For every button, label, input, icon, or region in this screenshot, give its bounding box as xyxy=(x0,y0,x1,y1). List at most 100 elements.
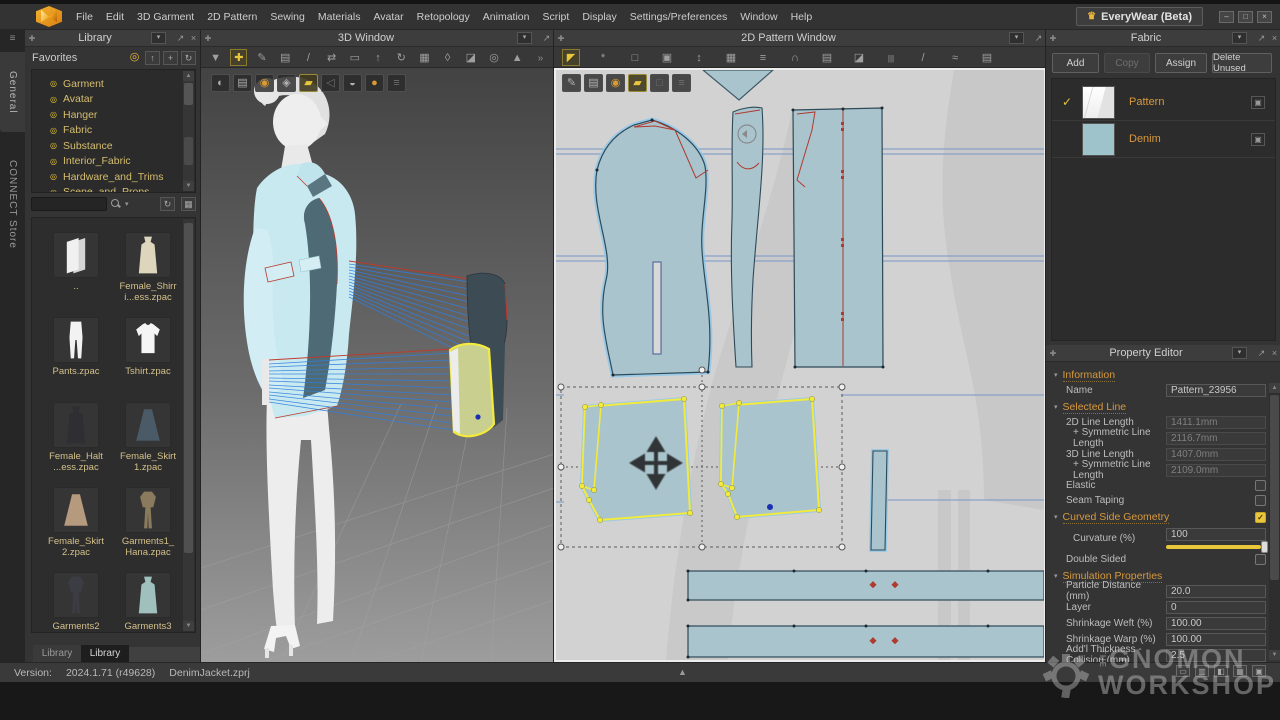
show-pattern-outline-icon[interactable]: ▰ xyxy=(628,74,647,92)
pattern-piece-back-panel[interactable] xyxy=(792,107,885,369)
reload-icon[interactable]: ↻ xyxy=(160,197,175,211)
tool-segment-sewing-icon[interactable]: / xyxy=(914,49,932,66)
library-item-female-skirt-2[interactable]: Female_Skirt2.zpac xyxy=(40,487,112,572)
menu-avatar[interactable]: Avatar xyxy=(373,11,403,23)
dock-pin-icon[interactable]: ✚ xyxy=(554,34,568,43)
library-item-garments1-hana[interactable]: Garments1_Hana.zpac xyxy=(112,487,184,572)
dock-pin-icon[interactable]: ✚ xyxy=(1046,349,1060,358)
tool-show-garment-icon[interactable]: ▤ xyxy=(978,49,996,66)
favorite-garment[interactable]: ◎Garment xyxy=(34,76,195,92)
tool-simulate-icon[interactable]: ▼ xyxy=(207,49,224,66)
favorite-interior-fabric[interactable]: ◎Interior_Fabric xyxy=(34,154,195,170)
section-curved-side-geometry[interactable]: ▾ Curved Side Geometry ✓ xyxy=(1046,510,1280,524)
layout-custom-icon[interactable]: ▣ xyxy=(1252,665,1266,677)
dock-pin-icon[interactable]: ✚ xyxy=(1046,34,1060,43)
import-icon[interactable]: ↑ xyxy=(145,51,160,65)
menu-retopology[interactable]: Retopology xyxy=(417,11,470,23)
library-menu-caret[interactable]: ▾ xyxy=(151,32,166,44)
fabric-item-pattern[interactable]: ✓ Pattern ▣ xyxy=(1052,84,1275,121)
property-scrollbar[interactable]: ▲ ▼ xyxy=(1269,383,1280,660)
hamburger-icon[interactable]: ≡ xyxy=(4,33,21,47)
library-scrollbar[interactable]: ▼ xyxy=(183,219,194,631)
popout-icon[interactable]: ↗ xyxy=(1032,33,1045,44)
library-search-input[interactable] xyxy=(31,197,107,211)
library-item-garments2[interactable]: Garments2 xyxy=(40,572,112,633)
favorite-substance[interactable]: ◎Substance xyxy=(34,138,195,154)
tab-general[interactable]: General xyxy=(0,52,25,132)
tool-free-sewing-icon[interactable]: ≈ xyxy=(946,49,964,66)
tool-reset-arrangement-icon[interactable]: ↻ xyxy=(393,49,410,66)
tool-rectangle-icon[interactable]: ≡ xyxy=(754,49,772,66)
tool-dart-icon[interactable]: ∩ xyxy=(786,49,804,66)
tool-add-point-icon[interactable]: ↕ xyxy=(690,49,708,66)
tool-polygon-icon[interactable]: ▦ xyxy=(722,49,740,66)
scroll-up-icon[interactable]: ▲ xyxy=(183,71,194,81)
lock-pattern-icon[interactable]: □ xyxy=(650,74,669,92)
menu-settings-preferences[interactable]: Settings/Preferences xyxy=(630,11,727,23)
show-garment-2d-icon[interactable]: ▤ xyxy=(584,74,603,92)
3d-scene[interactable] xyxy=(201,68,554,662)
save-icon[interactable]: ▣ xyxy=(1251,96,1265,109)
pattern-piece-waistband-1[interactable] xyxy=(687,570,1045,602)
app-logo-icon[interactable] xyxy=(36,6,62,27)
favorite-hanger[interactable]: ◎Hanger xyxy=(34,107,195,123)
menu-script[interactable]: Script xyxy=(542,11,569,23)
copy-fabric-button[interactable]: Copy xyxy=(1104,53,1150,73)
minimize-button[interactable]: – xyxy=(1219,11,1234,23)
tab-library-1[interactable]: Library xyxy=(33,645,81,662)
seam-taping-checkbox[interactable] xyxy=(1255,495,1266,506)
tool-fold-arrangement-icon[interactable]: ⇄ xyxy=(323,49,340,66)
popout-icon[interactable]: ↗ xyxy=(174,33,187,44)
property-menu-caret[interactable]: ▾ xyxy=(1232,347,1247,359)
addl-thickness-value[interactable]: 2.5 xyxy=(1166,649,1266,662)
show-grid-icon[interactable]: ≡ xyxy=(672,74,691,92)
popout-icon[interactable]: ↗ xyxy=(1255,348,1268,359)
dock-pin-icon[interactable]: ✚ xyxy=(201,34,215,43)
menu-materials[interactable]: Materials xyxy=(318,11,361,23)
add-favorite-icon[interactable]: + xyxy=(163,51,178,65)
timeline-expander-icon[interactable]: ▲ xyxy=(678,667,687,677)
pattern-piece-waistband-3d-selected[interactable] xyxy=(450,344,494,436)
shrinkage-warp-value[interactable]: 100.00 xyxy=(1166,633,1266,646)
popout-icon[interactable]: ↗ xyxy=(1255,33,1268,44)
tool-arrangement-point-icon[interactable]: ◎ xyxy=(485,49,502,66)
particle-distance-value[interactable]: 20.0 xyxy=(1166,585,1266,598)
curvature-value[interactable]: 100 xyxy=(1166,528,1266,541)
2d-pattern-canvas[interactable]: ✎ ▤ ◉ ▰ □ ≡ xyxy=(554,68,1046,662)
show-pins-icon[interactable]: ◈ xyxy=(277,74,296,92)
close-panel-icon[interactable]: × xyxy=(187,33,200,43)
simulation-quality-icon[interactable]: ◉ xyxy=(255,74,274,92)
2d-scene[interactable] xyxy=(556,70,1044,660)
pattern-piece-placket[interactable] xyxy=(871,451,887,550)
tool-garment-fit-icon[interactable]: ▤ xyxy=(277,49,294,66)
fabric-item-denim[interactable]: Denim ▣ xyxy=(1052,121,1275,158)
layer-value[interactable]: 0 xyxy=(1166,601,1266,614)
3d-window-caret[interactable]: ▾ xyxy=(517,32,532,44)
tool-window-icon[interactable]: ▭ xyxy=(346,49,363,66)
double-sided-checkbox[interactable] xyxy=(1255,554,1266,565)
tool-iron-icon[interactable]: ◪ xyxy=(850,49,868,66)
show-arrangement-icon[interactable]: ◁ xyxy=(321,74,340,92)
layout-single-icon[interactable]: ▭ xyxy=(1176,665,1190,677)
2d-window-caret[interactable]: ▾ xyxy=(1009,32,1024,44)
save-icon[interactable]: ▣ xyxy=(1251,133,1265,146)
tool-grading-icon[interactable]: ▤ xyxy=(818,49,836,66)
show-dimensions-icon[interactable]: ≡ xyxy=(387,74,406,92)
name-field[interactable]: Pattern_23956 xyxy=(1166,384,1266,397)
tab-connect-store[interactable]: CONNECT Store xyxy=(0,138,25,270)
library-item-tshirt[interactable]: Tshirt.zpac xyxy=(112,317,184,402)
tool-avatar-display-icon[interactable]: ▲ xyxy=(509,49,526,66)
edit-measure-icon[interactable]: ✎ xyxy=(562,74,581,92)
pattern-piece-front2-selected[interactable] xyxy=(718,396,821,519)
close-panel-icon[interactable]: × xyxy=(1268,348,1280,358)
favorite-avatar[interactable]: ◎Avatar xyxy=(34,92,195,108)
refresh-icon[interactable]: ↻ xyxy=(181,51,196,65)
pattern-piece-bodice[interactable] xyxy=(596,119,710,377)
tool-grid-icon[interactable]: ▦ xyxy=(416,49,433,66)
menu-file[interactable]: File xyxy=(76,11,93,23)
tool-scissors-icon[interactable]: ◊ xyxy=(439,49,456,66)
shrinkage-weft-value[interactable]: 100.00 xyxy=(1166,617,1266,630)
pattern-piece-waistband-2[interactable] xyxy=(687,625,1045,659)
tool-edit-curve-point-icon[interactable]: ▣ xyxy=(658,49,676,66)
show-pattern-icon[interactable]: ▰ xyxy=(299,74,318,92)
